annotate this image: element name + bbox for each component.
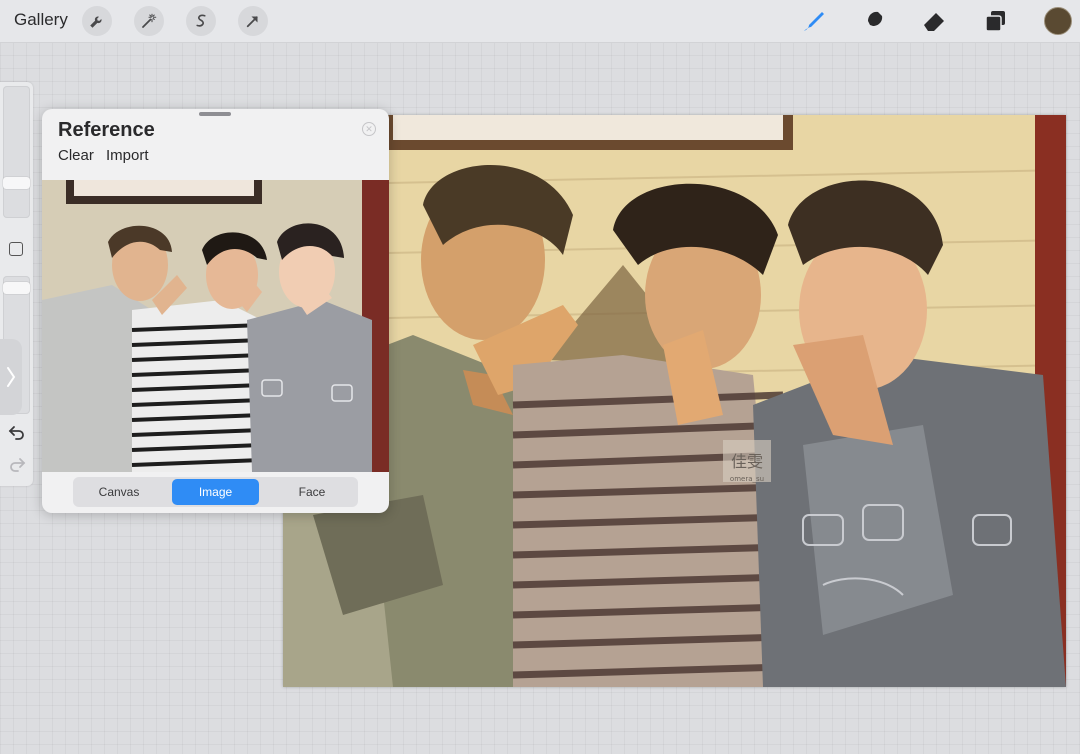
left-sidebar bbox=[0, 82, 33, 486]
close-reference-button[interactable]: ✕ bbox=[362, 122, 376, 136]
drawing-canvas[interactable]: 佳雯 omera_su bbox=[283, 115, 1066, 687]
panel-grabber[interactable] bbox=[199, 112, 231, 116]
eraser-tool-button[interactable] bbox=[920, 7, 948, 35]
sidebar-toggle-button[interactable] bbox=[0, 339, 22, 415]
brush-icon bbox=[804, 12, 824, 31]
tab-canvas[interactable]: Canvas bbox=[75, 479, 163, 505]
signature-handle: omera_su bbox=[730, 475, 764, 483]
adjustments-button[interactable] bbox=[134, 6, 164, 36]
reference-title: Reference bbox=[58, 119, 155, 141]
chevron-right-icon bbox=[7, 367, 16, 387]
painting-artwork: 佳雯 omera_su bbox=[283, 115, 1066, 687]
magic-wand-icon bbox=[142, 13, 157, 28]
actions-button[interactable] bbox=[82, 6, 112, 36]
modify-square-icon[interactable] bbox=[9, 242, 23, 256]
transform-arrow-icon bbox=[246, 16, 258, 28]
gallery-button[interactable]: Gallery bbox=[14, 10, 68, 30]
brush-tool-button[interactable] bbox=[800, 7, 828, 35]
transform-button[interactable] bbox=[238, 6, 268, 36]
eraser-icon bbox=[924, 13, 944, 31]
undo-icon[interactable] bbox=[8, 423, 26, 441]
signature-text: 佳雯 bbox=[731, 452, 763, 471]
brush-size-thumb[interactable] bbox=[3, 177, 30, 189]
reference-mode-segmented-control: Canvas Image Face bbox=[73, 477, 358, 507]
reference-panel[interactable]: Reference ✕ Clear Import Canvas Image Fa… bbox=[42, 109, 389, 513]
layers-button[interactable] bbox=[982, 7, 1010, 35]
reference-photo[interactable] bbox=[42, 180, 389, 472]
selection-button[interactable] bbox=[186, 6, 216, 36]
brush-size-slider[interactable] bbox=[3, 86, 30, 218]
reference-photo-art bbox=[42, 180, 389, 472]
import-button[interactable]: Import bbox=[106, 147, 149, 164]
smudge-icon bbox=[866, 11, 883, 32]
clear-button[interactable]: Clear bbox=[58, 147, 94, 164]
wrench-icon bbox=[90, 16, 102, 28]
close-icon: ✕ bbox=[365, 123, 373, 134]
tab-face[interactable]: Face bbox=[268, 479, 356, 505]
redo-icon[interactable] bbox=[8, 455, 26, 473]
layers-icon bbox=[985, 11, 1005, 32]
tab-image[interactable]: Image bbox=[172, 479, 259, 505]
opacity-thumb[interactable] bbox=[3, 282, 30, 294]
selection-icon bbox=[196, 14, 206, 27]
smudge-tool-button[interactable] bbox=[860, 7, 888, 35]
top-toolbar: Gallery bbox=[0, 0, 1080, 43]
color-picker-button[interactable] bbox=[1044, 7, 1072, 35]
